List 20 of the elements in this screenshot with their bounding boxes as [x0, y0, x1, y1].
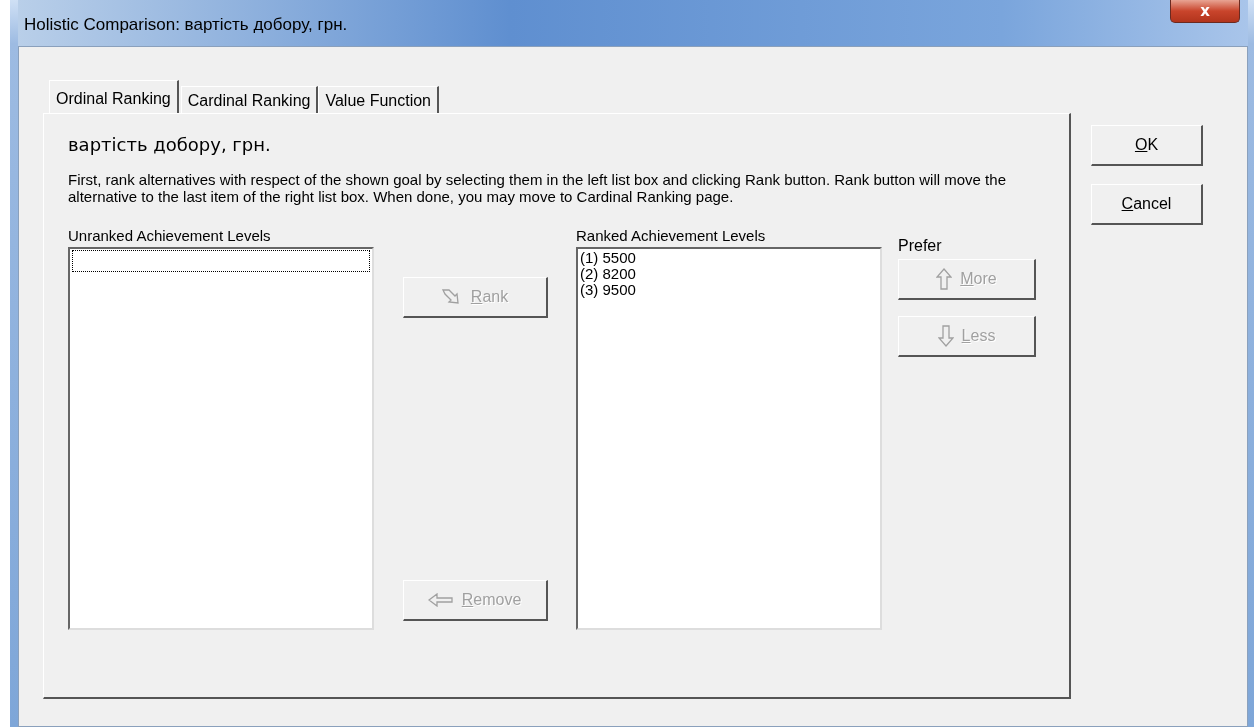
- up-arrow-icon: [936, 268, 953, 290]
- tab[interactable]: Value Function: [318, 86, 439, 114]
- list-item[interactable]: (1) 5500: [580, 250, 878, 266]
- prefer-label: Prefer: [898, 237, 943, 255]
- tab[interactable]: Ordinal Ranking: [49, 80, 179, 114]
- left-arrow-icon: [427, 593, 454, 607]
- dialog-button[interactable]: Cancel: [1091, 184, 1203, 225]
- close-button[interactable]: x: [1170, 0, 1240, 23]
- goal-heading: вартість добору, грн.: [68, 134, 272, 155]
- tab[interactable]: Cardinal Ranking: [180, 86, 319, 114]
- list-label: Unranked Achievement Levels: [68, 227, 272, 245]
- instructions-text: First, rank alternatives with respect of the shown goal by selecting them in the left list box and clicking Rank button. Rank button will move the alternative to the last item of the right list box. When done, you may move to Cardinal Ranking page.: [68, 171, 1007, 205]
- list-label: Ranked Achievement Levels: [576, 227, 767, 245]
- down-arrow-icon: [937, 325, 954, 347]
- dialog-button[interactable]: OK: [1091, 125, 1203, 166]
- list-item[interactable]: (3) 9500: [580, 282, 878, 298]
- unranked-list[interactable]: [68, 247, 374, 630]
- window-title: Holistic Comparison: вартість добору, грн.: [23, 15, 348, 35]
- list-item[interactable]: (2) 8200: [580, 266, 878, 282]
- ranked-list[interactable]: (1) 5500 (2) 8200 (3) 9500: [576, 247, 882, 630]
